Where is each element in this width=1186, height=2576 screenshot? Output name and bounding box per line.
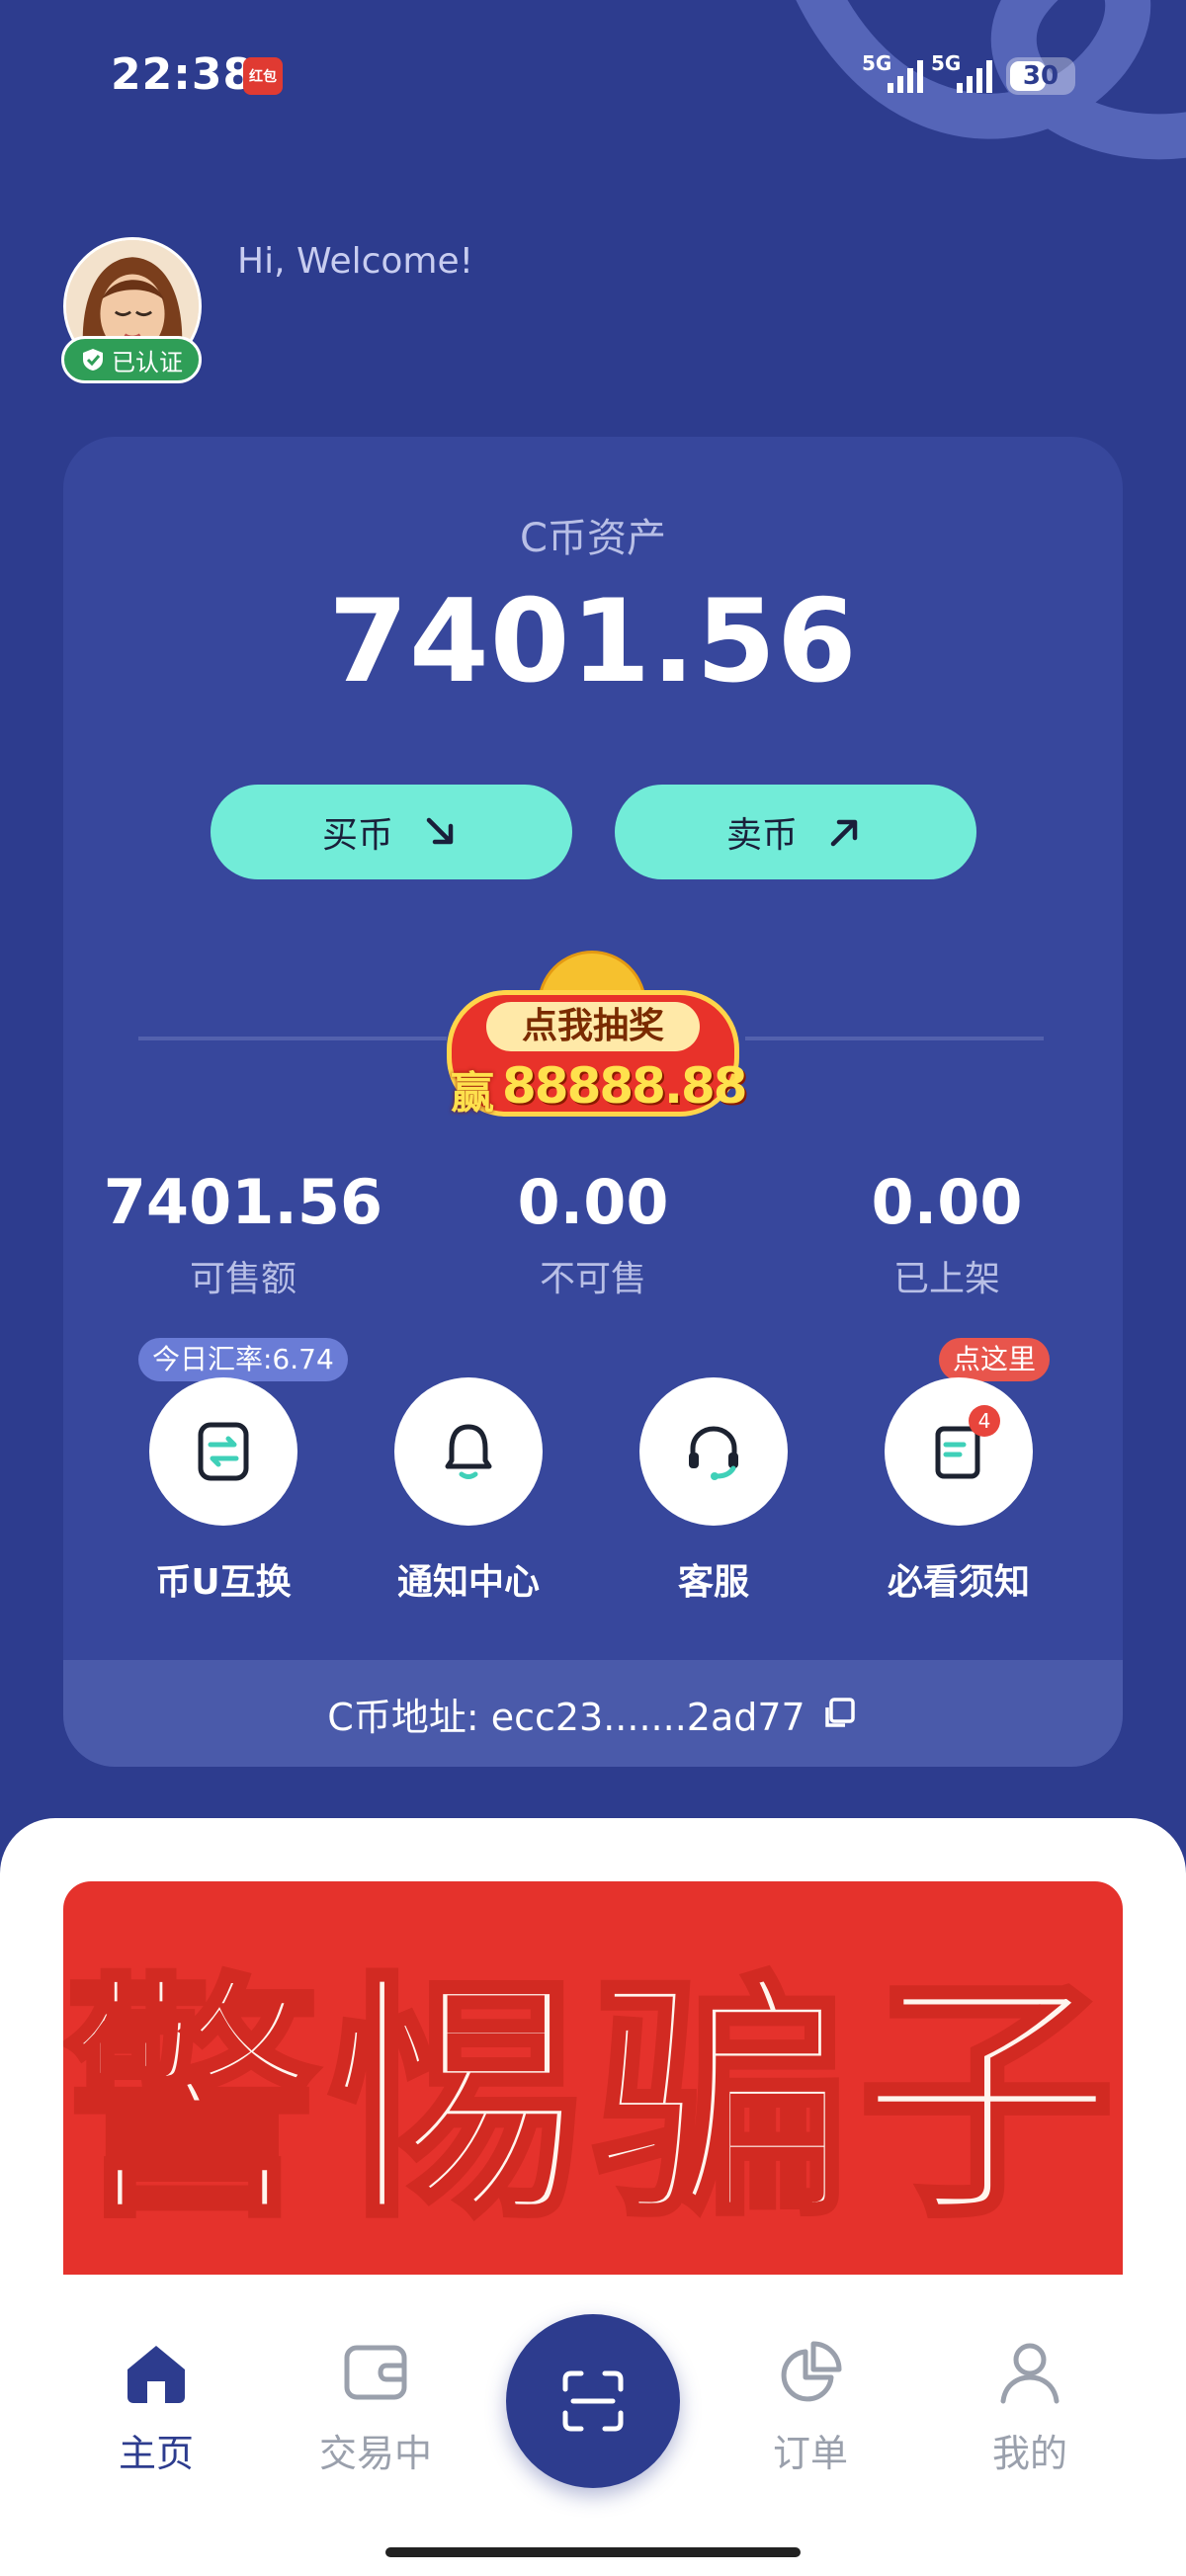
scan-button[interactable]	[506, 2314, 680, 2488]
copy-icon[interactable]	[819, 1694, 859, 1733]
quick-action-support[interactable]: 客服	[615, 1377, 812, 1615]
verified-label: 已认证	[112, 348, 183, 376]
status-time: 22:38	[111, 49, 255, 100]
tab-label: 主页	[118, 2432, 194, 2475]
stat-value: 7401.56	[103, 1166, 383, 1238]
stat-value: 0.00	[871, 1166, 1023, 1238]
exchange-rate-tag: 今日汇率:6.74	[138, 1338, 348, 1381]
app-notification-icon: 红包	[243, 57, 283, 95]
quick-action-notice[interactable]: 点这里 4 必看须知	[860, 1338, 1058, 1615]
arrow-up-right-icon	[830, 819, 858, 847]
buy-button[interactable]: 买币	[211, 785, 572, 879]
stat-unsellable: 0.00 不可售	[445, 1166, 741, 1301]
lottery-label: 点我抽奖	[486, 1002, 700, 1051]
pie-chart-icon	[781, 2341, 842, 2402]
status-bar: 22:38 红包 5G 5G 30	[0, 0, 1186, 148]
buy-label: 买币	[321, 815, 393, 856]
warning-banner[interactable]: 警惕骗子	[63, 1881, 1123, 2275]
stat-listed: 0.00 已上架	[799, 1166, 1095, 1301]
scan-icon	[562, 2370, 624, 2432]
home-icon	[127, 2346, 185, 2403]
wallet-icon	[344, 2345, 407, 2400]
asset-amount: 7401.56	[328, 575, 858, 708]
asset-title: C币资产	[520, 516, 666, 561]
quick-action-label: 通知中心	[396, 1562, 540, 1603]
battery-icon: 30	[1006, 57, 1075, 95]
lottery-button[interactable]: 点我抽奖 赢 88888.88	[439, 951, 748, 1128]
address-bar[interactable]: C币地址: ecc23.......2ad77	[63, 1660, 1123, 1767]
exchange-icon	[198, 1422, 249, 1481]
signal-icon-1: 5G	[862, 51, 931, 95]
stat-value: 0.00	[517, 1166, 669, 1238]
app-screen: 22:38 红包 5G 5G 30 已认证 Hi, Welcome! C币资产 …	[0, 0, 1186, 2576]
divider-right	[745, 1037, 1044, 1040]
shield-check-icon	[83, 349, 103, 371]
tab-label: 交易中	[318, 2432, 432, 2475]
sell-button[interactable]: 卖币	[615, 785, 976, 879]
tab-orders[interactable]: 订单	[721, 2336, 899, 2494]
lottery-win-label: 赢	[451, 1068, 494, 1119]
divider-left	[138, 1037, 447, 1040]
tab-label: 我的	[991, 2432, 1067, 2475]
quick-action-exchange[interactable]: 今日汇率:6.74 币U互换	[125, 1338, 348, 1615]
tab-home[interactable]: 主页	[67, 2336, 245, 2494]
quick-action-notifications[interactable]: 通知中心	[370, 1377, 567, 1615]
quick-action-label: 币U互换	[155, 1562, 292, 1603]
tab-trading[interactable]: 交易中	[287, 2336, 465, 2494]
bell-icon	[445, 1424, 492, 1479]
arrow-down-right-icon	[426, 817, 454, 845]
notice-badge: 4	[969, 1405, 1000, 1437]
stat-label: 不可售	[539, 1259, 646, 1299]
lottery-prize: 88888.88	[502, 1057, 748, 1115]
tab-profile[interactable]: 我的	[941, 2336, 1119, 2494]
asset-card: C币资产 7401.56 买币 卖币 点我抽奖 赢 88888.88 7401.…	[63, 437, 1123, 1767]
quick-action-label: 必看须知	[887, 1562, 1030, 1603]
quick-action-label: 客服	[677, 1562, 749, 1603]
tab-label: 订单	[772, 2432, 848, 2475]
battery-level: 30	[1022, 61, 1059, 91]
profile-icon	[1000, 2343, 1059, 2404]
home-indicator[interactable]	[385, 2547, 801, 2557]
stat-sellable: 7401.56 可售额	[95, 1166, 391, 1301]
click-here-tag: 点这里	[939, 1338, 1051, 1381]
stat-label: 可售额	[189, 1259, 296, 1299]
tab-bar: 主页 交易中 订单 我的	[0, 2275, 1186, 2576]
sell-label: 卖币	[725, 815, 798, 856]
signal-icon-2: 5G	[931, 51, 1000, 95]
welcome-text: Hi, Welcome!	[237, 241, 474, 282]
stat-label: 已上架	[892, 1259, 1000, 1299]
warning-banner-text: 警惕骗子	[63, 1948, 1123, 2255]
coin-address: C币地址: ecc23.......2ad77	[327, 1695, 805, 1739]
headset-icon	[689, 1426, 738, 1480]
verified-badge: 已认证	[61, 336, 202, 383]
